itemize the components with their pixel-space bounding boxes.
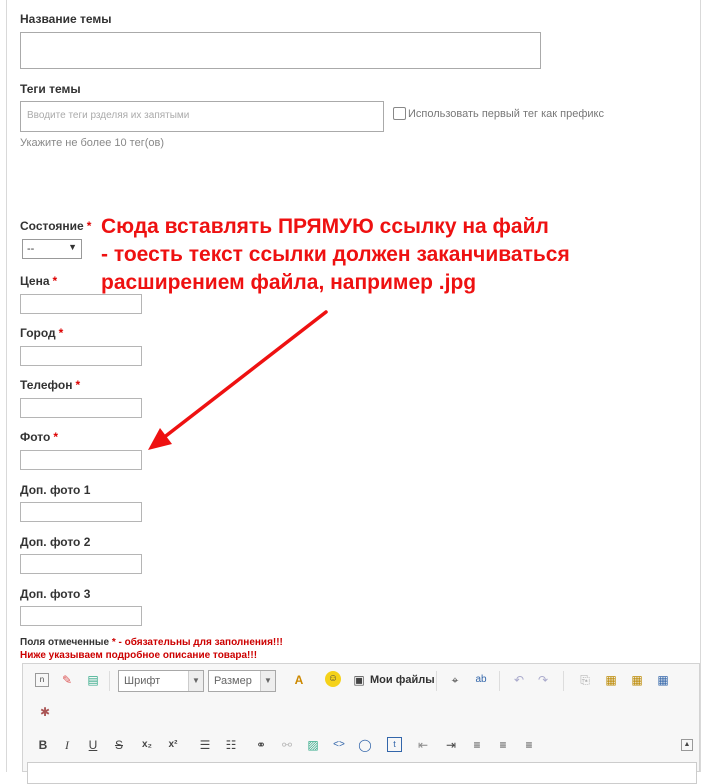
subscript-icon[interactable]: x₂ — [139, 737, 155, 753]
eraser-icon[interactable]: ✎ — [59, 672, 75, 688]
indent-icon[interactable]: ⇥ — [443, 737, 459, 753]
source-icon[interactable]: n — [35, 673, 49, 687]
numbered-list-icon[interactable]: ☷ — [223, 737, 239, 753]
rich-text-editor: n ✎ ▤ Шрифт ▼ Размер ▼ A ☺ ▣ Мои файлы ⌖… — [22, 663, 700, 784]
description-note: Ниже указываем подробное описание товара… — [20, 650, 258, 661]
align-left-icon[interactable]: ≡ — [469, 737, 485, 753]
toolbar-separator — [436, 671, 437, 691]
outdent-icon[interactable]: ⇤ — [415, 737, 431, 753]
spoiler-icon[interactable]: t — [387, 737, 402, 752]
find-icon[interactable]: ⌖ — [447, 672, 463, 688]
chevron-down-icon: ▼ — [260, 671, 275, 691]
maximize-icon[interactable]: ✱ — [37, 704, 53, 720]
collapse-toolbar-icon[interactable]: ▲ — [681, 739, 693, 751]
replace-icon[interactable]: ab — [473, 672, 489, 688]
unlink-icon[interactable]: ⚯ — [279, 737, 295, 753]
code-icon[interactable]: <> — [331, 737, 347, 753]
bold-button[interactable]: B — [35, 737, 51, 753]
chevron-down-icon: ▼ — [188, 671, 203, 691]
undo-icon[interactable]: ↶ — [511, 672, 527, 688]
required-note-prefix: Поля отмеченные — [20, 637, 110, 648]
strike-button[interactable]: S — [111, 737, 127, 753]
my-files-button[interactable]: Мои файлы — [370, 674, 435, 686]
text-color-icon[interactable]: A — [291, 672, 307, 688]
table-icon[interactable]: ▤ — [85, 672, 101, 688]
align-center-icon[interactable]: ≡ — [495, 737, 511, 753]
quote-icon[interactable]: ◯ — [357, 737, 373, 753]
redo-icon[interactable]: ↷ — [535, 672, 551, 688]
italic-button[interactable]: I — [59, 737, 75, 753]
required-note-suffix: - обязательны для заполнения!!! — [115, 637, 283, 648]
editor-text-area[interactable] — [27, 762, 697, 784]
toolbar-separator — [563, 671, 564, 691]
copy-icon[interactable]: ⎘ — [577, 672, 593, 688]
required-fields-note: Поля отмеченные * - обязательны для запо… — [20, 637, 283, 648]
align-right-icon[interactable]: ≡ — [521, 737, 537, 753]
link-icon[interactable]: ⚭ — [253, 737, 269, 753]
superscript-icon[interactable]: x² — [165, 737, 181, 753]
bulleted-list-icon[interactable]: ☰ — [197, 737, 213, 753]
files-icon[interactable]: ▣ — [351, 672, 367, 688]
toolbar-separator — [499, 671, 500, 691]
size-combo[interactable]: Размер ▼ — [208, 670, 276, 692]
paste-text-icon[interactable]: ▦ — [629, 672, 645, 688]
paste-icon[interactable]: ▦ — [603, 672, 619, 688]
underline-button[interactable]: U — [85, 737, 101, 753]
paste-word-icon[interactable]: ▦ — [655, 672, 671, 688]
toolbar-separator — [109, 671, 110, 691]
size-combo-label: Размер — [214, 675, 252, 687]
smiley-icon[interactable]: ☺ — [325, 671, 341, 687]
image-icon[interactable]: ▨ — [305, 737, 321, 753]
font-combo-label: Шрифт — [124, 675, 161, 687]
font-combo[interactable]: Шрифт ▼ — [118, 670, 204, 692]
